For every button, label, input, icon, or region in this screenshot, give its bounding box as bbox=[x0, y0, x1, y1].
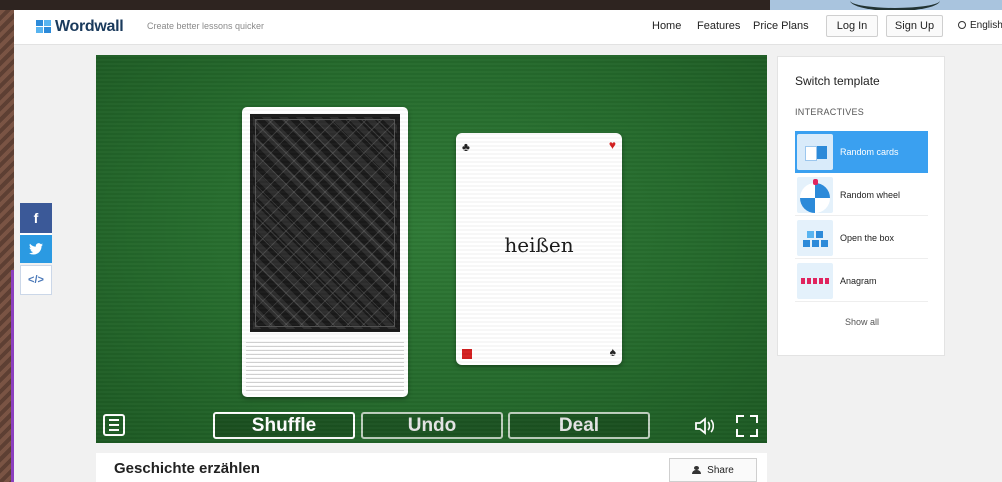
facebook-share-button[interactable]: f bbox=[20, 203, 52, 233]
shuffle-button[interactable]: Shuffle bbox=[213, 412, 355, 439]
deck-stack-edges bbox=[246, 339, 404, 391]
template-label: Anagram bbox=[840, 275, 877, 286]
twitter-share-button[interactable] bbox=[20, 233, 52, 263]
dealt-card[interactable]: ♣ ♥ heißen ♠ bbox=[456, 133, 622, 365]
random-cards-game: ♣ ♥ heißen ♠ Shuffle Undo Deal bbox=[96, 55, 767, 443]
anagram-icon bbox=[797, 262, 833, 299]
site-header: Wordwall Create better lessons quicker H… bbox=[14, 10, 1002, 45]
site-tagline: Create better lessons quicker bbox=[147, 21, 265, 31]
embed-button[interactable]: </> bbox=[20, 265, 52, 295]
wordwall-page: Wordwall Create better lessons quicker H… bbox=[14, 10, 1002, 482]
undo-button[interactable]: Undo bbox=[361, 412, 503, 439]
switch-template-panel: Switch template INTERACTIVES Random card… bbox=[777, 56, 945, 356]
random-wheel-icon bbox=[797, 176, 833, 213]
template-random-wheel[interactable]: Random wheel bbox=[795, 174, 928, 216]
template-label: Random wheel bbox=[840, 189, 901, 200]
deck-top-card-back bbox=[250, 114, 400, 332]
game-controls: Shuffle Undo Deal bbox=[96, 409, 767, 443]
panel-section-heading: INTERACTIVES bbox=[795, 107, 865, 117]
facebook-icon: f bbox=[33, 210, 39, 226]
person-icon bbox=[692, 466, 702, 474]
template-label: Random cards bbox=[840, 147, 899, 157]
login-button[interactable]: Log In bbox=[826, 15, 878, 37]
wordwall-logo[interactable]: Wordwall bbox=[36, 18, 124, 36]
heart-suit-icon: ♥ bbox=[608, 138, 616, 152]
club-suit-icon: ♣ bbox=[462, 140, 470, 154]
random-cards-icon bbox=[797, 134, 833, 170]
template-anagram[interactable]: Anagram bbox=[795, 260, 928, 302]
desktop-window-fragment bbox=[770, 0, 1002, 11]
language-label: English bbox=[970, 20, 1002, 31]
code-icon: </> bbox=[28, 274, 44, 286]
wordwall-logo-icon bbox=[36, 20, 52, 34]
template-open-the-box[interactable]: Open the box bbox=[795, 217, 928, 259]
nav-home[interactable]: Home bbox=[652, 20, 681, 32]
show-all-link[interactable]: Show all bbox=[778, 317, 946, 327]
language-selector[interactable]: English bbox=[958, 20, 1002, 31]
panel-title: Switch template bbox=[795, 74, 880, 88]
activity-title-bar: Geschichte erzählen Share bbox=[96, 453, 767, 482]
share-label: Share bbox=[707, 464, 734, 476]
logo-text: Wordwall bbox=[55, 18, 124, 35]
card-deck[interactable] bbox=[242, 107, 408, 397]
spade-suit-icon: ♠ bbox=[609, 345, 616, 359]
activity-title: Geschichte erzählen bbox=[114, 460, 260, 477]
nav-features[interactable]: Features bbox=[697, 20, 740, 32]
desktop-top-strip bbox=[0, 0, 1002, 11]
desktop-left-edge bbox=[0, 10, 14, 482]
globe-icon bbox=[958, 21, 966, 29]
share-button[interactable]: Share bbox=[669, 458, 757, 482]
social-share-bar: f </> bbox=[20, 203, 52, 295]
card-word: heißen bbox=[504, 233, 574, 257]
menu-icon[interactable] bbox=[103, 414, 125, 436]
open-the-box-icon bbox=[797, 219, 833, 256]
signup-button[interactable]: Sign Up bbox=[886, 15, 943, 37]
diamond-suit-icon bbox=[462, 349, 472, 359]
deal-button[interactable]: Deal bbox=[508, 412, 650, 439]
fullscreen-icon[interactable] bbox=[736, 415, 758, 437]
twitter-icon bbox=[29, 243, 43, 255]
template-random-cards[interactable]: Random cards bbox=[795, 131, 928, 173]
speaker-icon[interactable] bbox=[694, 417, 716, 438]
nav-price-plans[interactable]: Price Plans bbox=[753, 20, 809, 32]
template-label: Open the box bbox=[840, 232, 895, 243]
